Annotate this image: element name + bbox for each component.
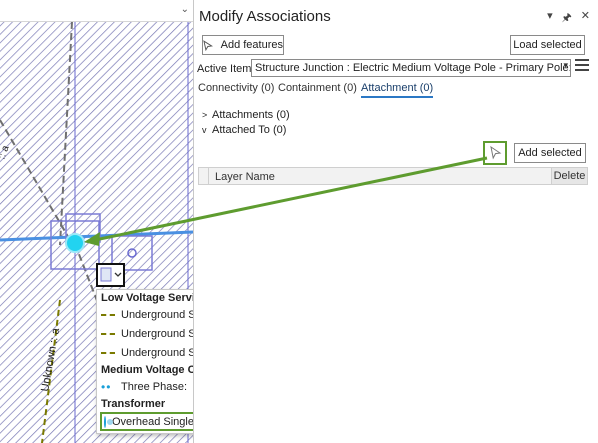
tab-containment[interactable]: Containment (0) bbox=[278, 82, 357, 94]
attached-to-table-header: Layer Name Delete bbox=[198, 167, 588, 185]
tab-connectivity[interactable]: Connectivity (0) bbox=[198, 82, 274, 94]
select-features-button[interactable] bbox=[483, 141, 507, 165]
close-icon[interactable]: ✕ bbox=[581, 9, 590, 28]
popup-section-header: Low Voltage Service bbox=[101, 292, 193, 304]
dots-icon: •• bbox=[101, 380, 112, 394]
map-view[interactable]: Unknown :: a :: a ⌄ Low Voltage Service … bbox=[0, 0, 193, 443]
popup-item[interactable]: Underground Service LV: bbox=[101, 345, 193, 361]
active-item-value: Structure Junction : Electric Medium Vol… bbox=[255, 62, 571, 74]
popup-section-header: Medium Voltage Connector bbox=[101, 364, 193, 376]
select-pointer-icon bbox=[203, 39, 213, 51]
column-layer-name[interactable]: Layer Name bbox=[215, 171, 275, 183]
load-selected-button[interactable]: Load selected bbox=[510, 35, 585, 55]
popup-item[interactable]: •• Three Phase: bbox=[101, 379, 187, 395]
pin-icon[interactable]: 🖈 bbox=[562, 9, 572, 28]
attached-to-section[interactable]: v Attached To (0) bbox=[202, 124, 286, 136]
active-item-select[interactable]: Structure Junction : Electric Medium Vol… bbox=[251, 59, 571, 77]
chevron-down-icon: v bbox=[202, 125, 207, 135]
add-features-button[interactable]: Add features bbox=[202, 35, 284, 55]
chevron-down-icon[interactable]: ⌄ bbox=[181, 4, 189, 15]
add-selected-button[interactable]: Add selected bbox=[514, 143, 586, 163]
popup-item[interactable]: Underground Service LV: bbox=[101, 307, 193, 323]
dashed-line-icon bbox=[101, 314, 115, 316]
pane-menu-icon[interactable]: ▾ bbox=[547, 9, 553, 28]
feature-popup[interactable]: Low Voltage Service Underground Service … bbox=[96, 289, 193, 434]
tab-attachment[interactable]: Attachment (0) bbox=[361, 82, 434, 98]
pane-controls: ▾ 🖈 ✕ bbox=[547, 9, 590, 28]
dropdown-arrow-icon[interactable]: ▾ bbox=[563, 60, 568, 71]
select-pointer-icon bbox=[490, 145, 502, 160]
popup-section-header: Transformer bbox=[101, 398, 166, 410]
popup-item-selected[interactable]: Overhead Single Phase - MV->LV: bbox=[100, 412, 193, 431]
dashed-line-icon bbox=[101, 333, 115, 335]
row-selector[interactable] bbox=[199, 168, 209, 184]
active-item-label: Active Item: bbox=[197, 63, 255, 75]
attachments-section[interactable]: > Attachments (0) bbox=[202, 109, 290, 121]
pane-title: Modify Associations bbox=[199, 8, 331, 25]
map-toolbar: ⌄ bbox=[0, 0, 193, 22]
popup-item[interactable]: Underground Service LV: bbox=[101, 326, 193, 342]
chevron-right-icon: > bbox=[202, 110, 208, 120]
picker-icon bbox=[100, 267, 112, 282]
modify-associations-pane: Modify Associations ▾ 🖈 ✕ Add features L… bbox=[193, 0, 598, 443]
column-delete[interactable]: Delete bbox=[551, 168, 587, 184]
transformer-icon bbox=[104, 415, 113, 428]
hamburger-menu-icon[interactable] bbox=[575, 59, 589, 73]
pole-feature bbox=[65, 233, 85, 253]
dashed-line-icon bbox=[101, 352, 115, 354]
